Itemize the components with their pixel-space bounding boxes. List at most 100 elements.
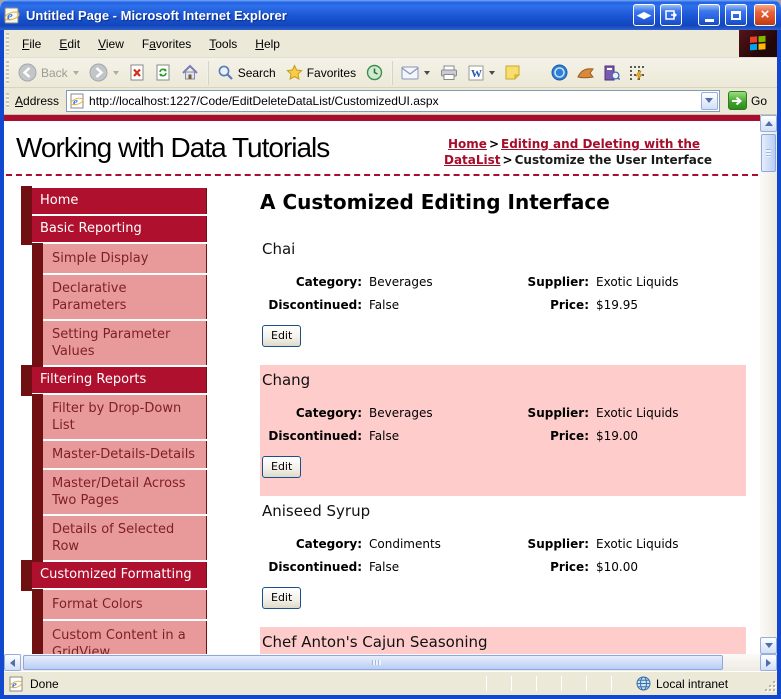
security-zone: Local intranet <box>636 676 762 691</box>
sidebar-item[interactable]: Setting Parameter Values <box>32 320 207 368</box>
category-label: Category: <box>295 537 362 552</box>
ie-logo-icon: e <box>4 7 21 24</box>
sidebar-item[interactable]: Basic Reporting <box>21 214 207 246</box>
pan-icon[interactable]: ◀▶ <box>633 4 655 26</box>
stop-button[interactable] <box>124 62 150 83</box>
chevron-left-icon <box>10 658 15 667</box>
discontinued-value: False <box>369 429 400 444</box>
edit-button[interactable]: Edit <box>262 325 302 348</box>
forward-icon <box>89 63 108 82</box>
sidebar-item[interactable]: Format Colors <box>32 589 207 622</box>
product-name: Chef Anton's Cajun Seasoning <box>262 633 488 652</box>
search-button[interactable]: Search <box>212 62 281 83</box>
status-text: Done <box>30 676 59 691</box>
sidebar-item[interactable]: Home <box>21 186 207 218</box>
address-bar: Address e http://localhost:1227/Code/Edi… <box>4 88 777 115</box>
horizontal-scrollbar[interactable] <box>4 654 777 671</box>
product-name: Aniseed Syrup <box>262 502 371 521</box>
breadcrumb: Home > Editing and Deleting with the DataL… <box>444 131 746 168</box>
sidebar-nav: Home Basic Reporting Simple Display Declara… <box>4 186 207 654</box>
menu-item[interactable]: File <box>13 30 50 57</box>
chevron-up-icon <box>764 121 773 126</box>
price-value: $19.95 <box>596 298 638 313</box>
menu-item[interactable]: Help <box>246 30 289 57</box>
price-label: Price: <box>550 560 589 575</box>
vertical-scroll-thumb[interactable] <box>761 134 776 172</box>
sidebar-item[interactable]: Declarative Parameters <box>32 274 207 322</box>
resize-grip[interactable] <box>762 676 776 692</box>
forward-button[interactable] <box>84 61 124 84</box>
favorites-icon <box>285 64 303 80</box>
price-value: $10.00 <box>596 560 638 575</box>
scroll-up-button[interactable] <box>760 115 777 132</box>
product-name: Chai <box>262 240 296 259</box>
vertical-scrollbar[interactable] <box>760 115 777 654</box>
horizontal-scroll-thumb[interactable] <box>23 655 723 670</box>
sidebar-item[interactable]: Custom Content in a GridView <box>32 620 207 654</box>
history-button[interactable] <box>361 62 388 83</box>
product-details: Category: Beverages Supplier: Exotic Liq… <box>262 406 740 444</box>
minimize-icon <box>704 18 714 22</box>
notes-button[interactable] <box>500 63 525 82</box>
scroll-right-button[interactable] <box>760 654 777 671</box>
supplier-label: Supplier: <box>527 537 589 552</box>
product-item: Aniseed Syrup Category: Condiments Suppl… <box>260 496 746 627</box>
sidebar-item[interactable]: Master-Details-Details <box>32 440 207 471</box>
address-input[interactable]: e http://localhost:1227/Code/EditDeleteD… <box>66 89 720 112</box>
dropdown-icon <box>112 70 119 75</box>
dropdown-icon <box>72 70 79 75</box>
sidebar-item[interactable]: Details of Selected Row <box>32 515 207 563</box>
address-url[interactable]: http://localhost:1227/Code/EditDeleteDat… <box>89 94 697 108</box>
edit-with-word-button[interactable]: W <box>463 63 500 83</box>
go-button[interactable]: Go <box>720 91 773 110</box>
popout-icon[interactable] <box>660 4 682 26</box>
globe-icon <box>636 676 651 691</box>
edit-button[interactable]: Edit <box>262 456 302 479</box>
address-dropdown-button[interactable] <box>700 91 718 110</box>
price-label: Price: <box>550 429 589 444</box>
sidebar-item[interactable]: Simple Display <box>32 243 207 276</box>
favorites-button[interactable]: Favorites <box>281 62 361 83</box>
breadcrumb-item[interactable]: > Customize the User Interface <box>501 153 713 167</box>
home-button[interactable] <box>176 62 204 83</box>
supplier-value: Exotic Liquids <box>596 275 679 290</box>
minimize-button[interactable] <box>698 4 720 26</box>
sidebar-item[interactable]: Master/Detail Across Two Pages <box>32 469 207 517</box>
ie-page-icon: e <box>9 676 23 691</box>
chevron-down-icon <box>764 643 773 648</box>
toolbar-grip[interactable] <box>6 33 9 54</box>
menu-item[interactable]: Edit <box>50 30 89 57</box>
category-label: Category: <box>295 406 362 421</box>
research-icon[interactable] <box>604 65 621 81</box>
scroll-left-button[interactable] <box>4 654 21 671</box>
chevron-right-icon <box>766 658 771 667</box>
zone-label: Local intranet <box>656 676 729 691</box>
tool-grid-icon[interactable] <box>629 65 645 81</box>
menu-item[interactable]: Tools <box>200 30 246 57</box>
close-button[interactable]: × <box>754 4 776 26</box>
scroll-down-button[interactable] <box>760 637 777 654</box>
category-value: Beverages <box>369 275 433 290</box>
notes-icon <box>505 65 520 80</box>
maximize-button[interactable] <box>725 4 747 26</box>
sidebar-item[interactable]: Filter by Drop-Down List <box>32 394 207 442</box>
toolbar-grip[interactable] <box>6 93 9 108</box>
breadcrumb-item[interactable]: Home <box>444 137 487 151</box>
mail-button[interactable] <box>396 64 435 82</box>
sidebar-item[interactable]: Filtering Reports <box>21 365 207 397</box>
window-title: Untitled Page - Microsoft Internet Explo… <box>26 7 287 23</box>
refresh-button[interactable] <box>150 62 176 83</box>
edit-button[interactable]: Edit <box>262 587 302 610</box>
back-button[interactable]: Back <box>13 61 84 84</box>
menu-item[interactable]: View <box>89 30 133 57</box>
supplier-value: Exotic Liquids <box>596 537 679 552</box>
maximize-icon <box>731 10 741 20</box>
toolbar-grip[interactable] <box>6 61 9 84</box>
print-button[interactable] <box>435 63 463 83</box>
menu-item[interactable]: Favorites <box>133 30 200 57</box>
messenger-icon[interactable] <box>551 64 568 81</box>
stop-icon <box>130 64 144 81</box>
address-label: Address <box>15 93 60 108</box>
sidebar-item[interactable]: Customized Formatting <box>21 560 207 592</box>
related-icon[interactable] <box>577 66 595 80</box>
